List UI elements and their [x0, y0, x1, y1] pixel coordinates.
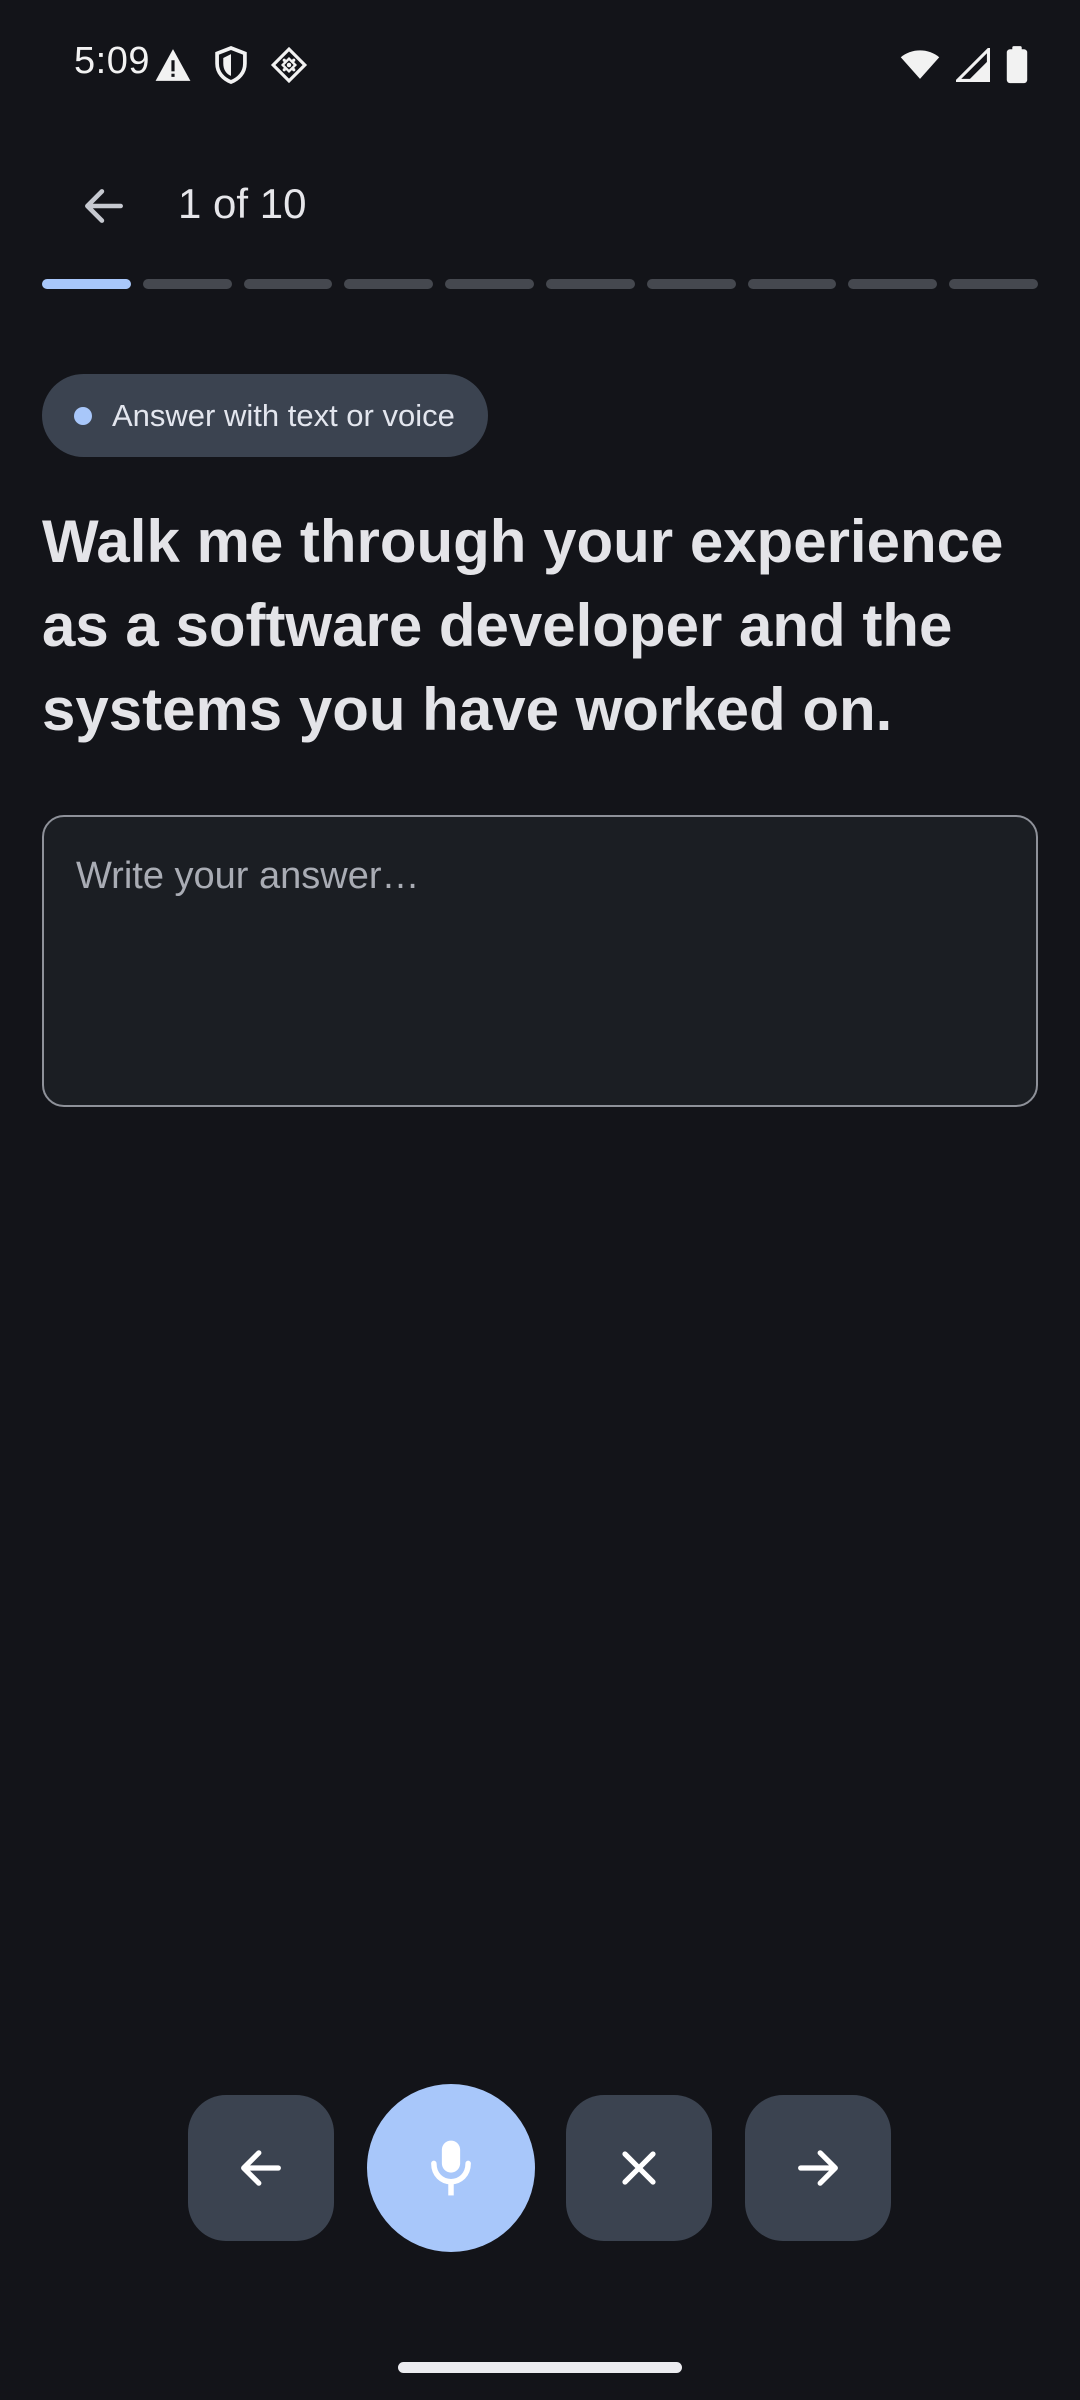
progress-segment — [646, 279, 736, 289]
progress-segment — [848, 279, 938, 289]
next-button[interactable] — [745, 2095, 891, 2241]
progress-segment — [344, 279, 434, 289]
chip-dot — [74, 406, 92, 425]
answer-controls — [0, 2083, 1080, 2253]
microphone-icon — [431, 2140, 471, 2196]
voice-input-button[interactable] — [367, 2084, 535, 2252]
progress-segment — [445, 279, 534, 289]
step-counter: 1 of 10 — [178, 180, 307, 227]
progress-segment — [949, 279, 1038, 289]
arrow-right-icon — [798, 2150, 838, 2186]
top-app-bar: 1 of 10 — [0, 150, 1080, 262]
warning-icon — [155, 49, 191, 81]
shield-icon — [215, 46, 247, 84]
question-text: Walk me through your experience as a sof… — [42, 508, 1004, 743]
progress-segment — [42, 279, 131, 289]
cell-signal-icon — [956, 48, 990, 82]
close-icon — [622, 2151, 656, 2185]
previous-button[interactable] — [188, 2095, 334, 2241]
answer-mode-chip: Answer with text or voice — [42, 374, 488, 457]
wifi-icon — [900, 50, 940, 79]
answer-input[interactable] — [42, 815, 1038, 1107]
back-button[interactable] — [62, 168, 146, 244]
arrow-left-icon — [85, 189, 123, 223]
progress-segment — [545, 279, 635, 289]
status-system-icons — [900, 46, 1028, 84]
progress-segment — [243, 279, 333, 289]
question-progress — [42, 279, 1038, 289]
status-notification-icons — [154, 46, 308, 84]
clear-button[interactable] — [566, 2095, 712, 2241]
chip-label: Answer with text or voice — [112, 397, 455, 433]
progress-segment — [747, 279, 837, 289]
home-indicator[interactable] — [398, 2362, 682, 2373]
progress-segment — [142, 279, 232, 289]
battery-icon — [1006, 46, 1028, 84]
status-bar: 5:09 — [0, 0, 1080, 130]
status-time: 5:09 — [74, 40, 150, 82]
diamond-grid-icon — [270, 46, 308, 84]
arrow-left-icon — [241, 2150, 281, 2186]
